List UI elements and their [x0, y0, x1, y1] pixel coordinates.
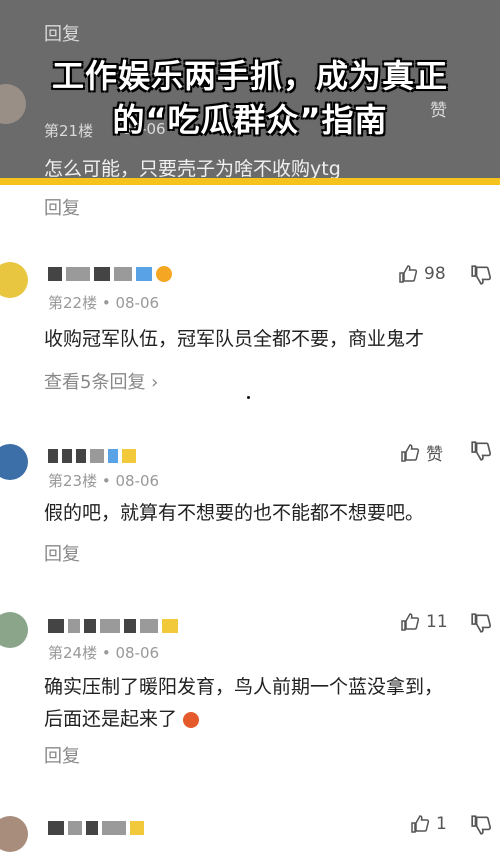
username[interactable]: [48, 818, 144, 838]
like-count: 赞: [426, 445, 443, 465]
thumbs-up-icon: [401, 443, 420, 462]
tomato-emoji-icon: [183, 711, 200, 728]
banner-title-line1: 工作娱乐两手抓，成为真正: [51, 57, 448, 95]
like-button[interactable]: 赞: [400, 440, 443, 465]
comment-text: 假的吧，就算有不想要的也不能都不想要吧。: [44, 502, 425, 524]
thumbs-down-icon[interactable]: [470, 814, 492, 836]
thumbs-up-icon: [411, 815, 430, 833]
thumbs-up-icon: [399, 265, 418, 283]
floor-label: 第24楼: [48, 644, 98, 662]
date-label: 08-06: [115, 472, 160, 490]
banner-title-line2: 的“吃瓜群众”指南: [112, 101, 388, 139]
avatar[interactable]: [0, 816, 28, 852]
thumbs-down-icon[interactable]: [470, 440, 492, 462]
banner-title: 工作娱乐两手抓，成为真正 的“吃瓜群众”指南: [0, 54, 500, 142]
thumbs-down-icon[interactable]: [470, 612, 492, 634]
date-label: 08-06: [115, 644, 160, 662]
username[interactable]: [48, 264, 172, 284]
like-count: 11: [426, 612, 448, 632]
avatar[interactable]: [0, 262, 28, 298]
like-button[interactable]: 1: [410, 814, 447, 834]
comment-text-line2: 后面还是起来了: [44, 704, 200, 734]
avatar[interactable]: [0, 612, 28, 648]
reply-button[interactable]: 回复: [44, 742, 80, 768]
like-count: 1: [436, 814, 447, 834]
comment-text: 收购冠军队伍，冠军队员全都不要，商业鬼才: [44, 328, 425, 350]
floor-label: 第23楼: [48, 472, 98, 490]
date-label: 08-06: [115, 294, 160, 312]
title-banner: 回复 第21楼 08-06 赞 工作娱乐两手抓，成为真正 的“吃瓜群众”指南 怎…: [0, 0, 500, 178]
accent-bar: [0, 178, 500, 185]
dot: [247, 396, 250, 399]
thumbs-up-icon: [401, 613, 420, 631]
emoji-icon: [156, 266, 172, 282]
comment-text: 怎么可能，只要壳子为啥不收购ytg: [44, 158, 341, 178]
comment-text-line1: 确实压制了暖阳发育，鸟人前期一个蓝没拿到，: [44, 676, 444, 698]
thumbs-down-icon[interactable]: [470, 264, 492, 286]
username[interactable]: [48, 446, 136, 466]
avatar[interactable]: [0, 444, 28, 480]
like-button[interactable]: 98: [398, 264, 446, 284]
reply-button[interactable]: 回复: [44, 194, 80, 220]
username[interactable]: [48, 616, 178, 636]
ghost-reply-text: 回复: [44, 24, 80, 45]
view-replies-link[interactable]: 查看5条回复 ›: [44, 368, 158, 394]
like-button[interactable]: 11: [400, 612, 448, 632]
reply-button[interactable]: 回复: [44, 540, 80, 566]
floor-label: 第22楼: [48, 294, 98, 312]
like-count: 98: [424, 264, 446, 284]
